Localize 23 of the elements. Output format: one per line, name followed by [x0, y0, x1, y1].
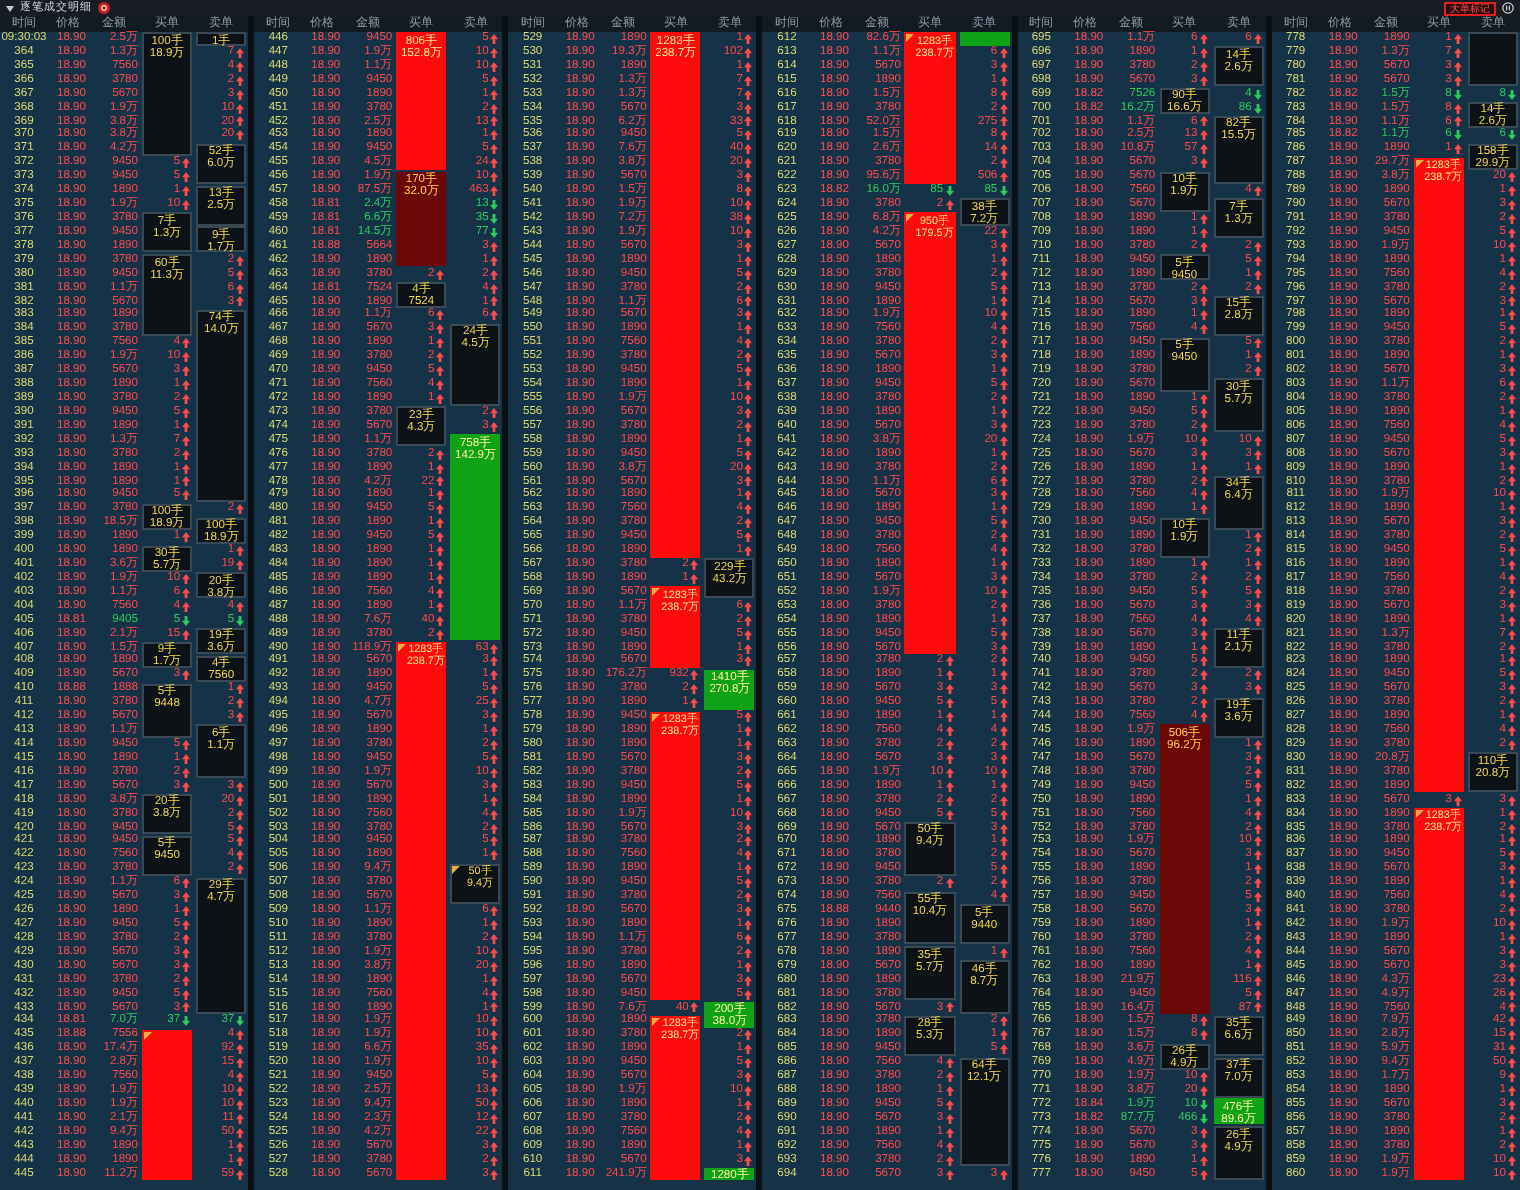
badge-icon[interactable] [98, 2, 110, 14]
caret-icon[interactable] [6, 5, 14, 11]
down-arrow-icon [945, 186, 954, 197]
down-arrow-icon [1453, 130, 1462, 141]
corner-flag-icon [906, 214, 915, 223]
corner-flag-icon [144, 1031, 152, 1040]
corner-flag-icon [906, 34, 915, 43]
corner-flag-icon [652, 588, 661, 597]
down-arrow-icon [1507, 89, 1516, 100]
corner-flag-icon [652, 1017, 661, 1026]
down-arrow-icon [182, 615, 191, 626]
down-arrow-icon [236, 1016, 245, 1027]
corner-flag-icon [1415, 159, 1424, 168]
down-arrow-icon [182, 1016, 191, 1027]
corner-flag-icon [452, 865, 461, 874]
pause-icon[interactable] [1502, 2, 1514, 14]
corner-flag-icon [652, 713, 661, 722]
down-arrow-icon [1507, 130, 1516, 141]
corner-flag-icon [1415, 810, 1424, 819]
down-arrow-icon [1453, 89, 1462, 100]
corner-flag-icon [398, 643, 407, 652]
down-arrow-icon [999, 186, 1008, 197]
down-arrow-icon [236, 615, 245, 626]
